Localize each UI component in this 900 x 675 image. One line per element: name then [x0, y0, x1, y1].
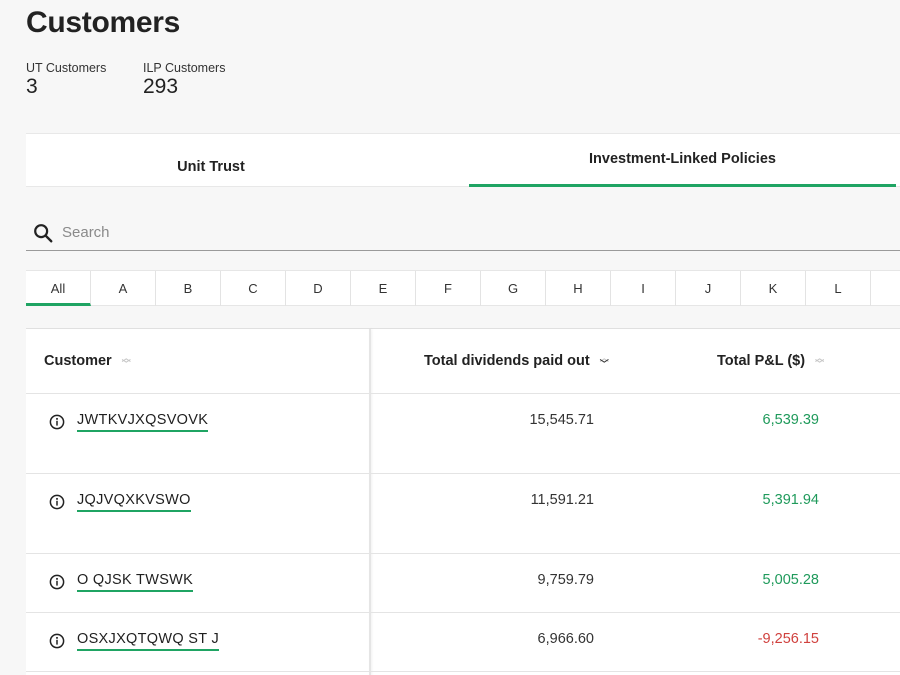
sort-icon[interactable]: ︿ ﹀: [815, 354, 824, 369]
alpha-filter-i[interactable]: I: [611, 271, 676, 306]
pnl-value: 5,005.28: [762, 572, 819, 588]
customer-name-link[interactable]: O QJSK TWSWK: [77, 572, 194, 592]
product-tabs: Unit Trust Investment-Linked Policies: [26, 133, 900, 187]
alpha-filter-f[interactable]: F: [416, 271, 481, 306]
ilp-customers-count: 293: [143, 75, 179, 98]
dividends-value: 15,545.71: [529, 412, 594, 428]
info-icon[interactable]: [49, 633, 65, 649]
pnl-value: 6,539.39: [762, 412, 819, 428]
tab-unit-trust[interactable]: Unit Trust: [116, 134, 306, 187]
alpha-filter-e[interactable]: E: [351, 271, 416, 306]
alpha-filter-b[interactable]: B: [156, 271, 221, 306]
info-icon[interactable]: [49, 414, 65, 430]
alpha-filter-c[interactable]: C: [221, 271, 286, 306]
alpha-filter-j[interactable]: J: [676, 271, 741, 306]
column-header-dividends-label: Total dividends paid out: [424, 353, 590, 369]
pnl-value: -9,256.15: [757, 631, 819, 647]
ut-customers-stat: UT Customers 3: [26, 61, 106, 99]
table-row: OSXJXQTQWQ ST J 6,966.60 -9,256.15: [26, 613, 900, 672]
alpha-filter-h[interactable]: H: [546, 271, 611, 306]
dividends-value: 11,591.21: [530, 492, 594, 508]
sort-icon[interactable]: ︿ ﹀: [122, 354, 131, 369]
ut-customers-label: UT Customers: [26, 61, 107, 75]
tab-investment-linked-policies[interactable]: Investment-Linked Policies: [469, 134, 896, 187]
customers-table: Customer ︿ ﹀ Total dividends paid out ︿ ﹀ …: [26, 328, 900, 675]
ilp-customers-stat: ILP Customers 293: [143, 61, 225, 99]
info-icon[interactable]: [49, 574, 65, 590]
customer-name-link[interactable]: JWTKVJXQSVOVK: [77, 412, 209, 432]
table-row: JWTKVJXQSVOVK 15,545.71 6,539.39: [26, 394, 900, 474]
ilp-customers-label: ILP Customers: [143, 61, 226, 75]
alpha-filter-k[interactable]: K: [741, 271, 806, 306]
alpha-filter-d[interactable]: D: [286, 271, 351, 306]
alphabet-filter: All A B C D E F G H I J K L: [26, 270, 900, 306]
search-input[interactable]: [62, 219, 882, 245]
alpha-filter-l[interactable]: L: [806, 271, 871, 306]
alpha-filter-a[interactable]: A: [91, 271, 156, 306]
dividends-value: 6,966.60: [537, 631, 594, 647]
page-title: Customers: [26, 6, 181, 39]
alpha-filter-g[interactable]: G: [481, 271, 546, 306]
ut-customers-count: 3: [26, 75, 38, 98]
search-icon[interactable]: [32, 222, 54, 244]
info-icon[interactable]: [49, 494, 65, 510]
column-header-customer[interactable]: Customer ︿ ﹀: [44, 329, 131, 393]
pnl-value: 5,391.94: [762, 492, 819, 508]
table-row: JQJVQXKVSWO 11,591.21 5,391.94: [26, 474, 900, 554]
column-header-dividends[interactable]: Total dividends paid out ︿ ﹀: [424, 329, 609, 393]
sort-descending-icon[interactable]: ︿ ﹀: [600, 354, 609, 369]
alpha-filter-all[interactable]: All: [26, 271, 91, 306]
customer-name-link[interactable]: OSXJXQTQWQ ST J: [77, 631, 219, 651]
search-bar: [26, 213, 900, 251]
column-header-pnl[interactable]: Total P&L ($) ︿ ﹀: [717, 329, 824, 393]
customer-name-link[interactable]: JQJVQXKVSWO: [77, 492, 191, 512]
dividends-value: 9,759.79: [537, 572, 594, 588]
column-header-customer-label: Customer: [44, 353, 112, 369]
column-header-pnl-label: Total P&L ($): [717, 353, 806, 369]
table-row: O QJSK TWSWK 9,759.79 5,005.28: [26, 554, 900, 613]
